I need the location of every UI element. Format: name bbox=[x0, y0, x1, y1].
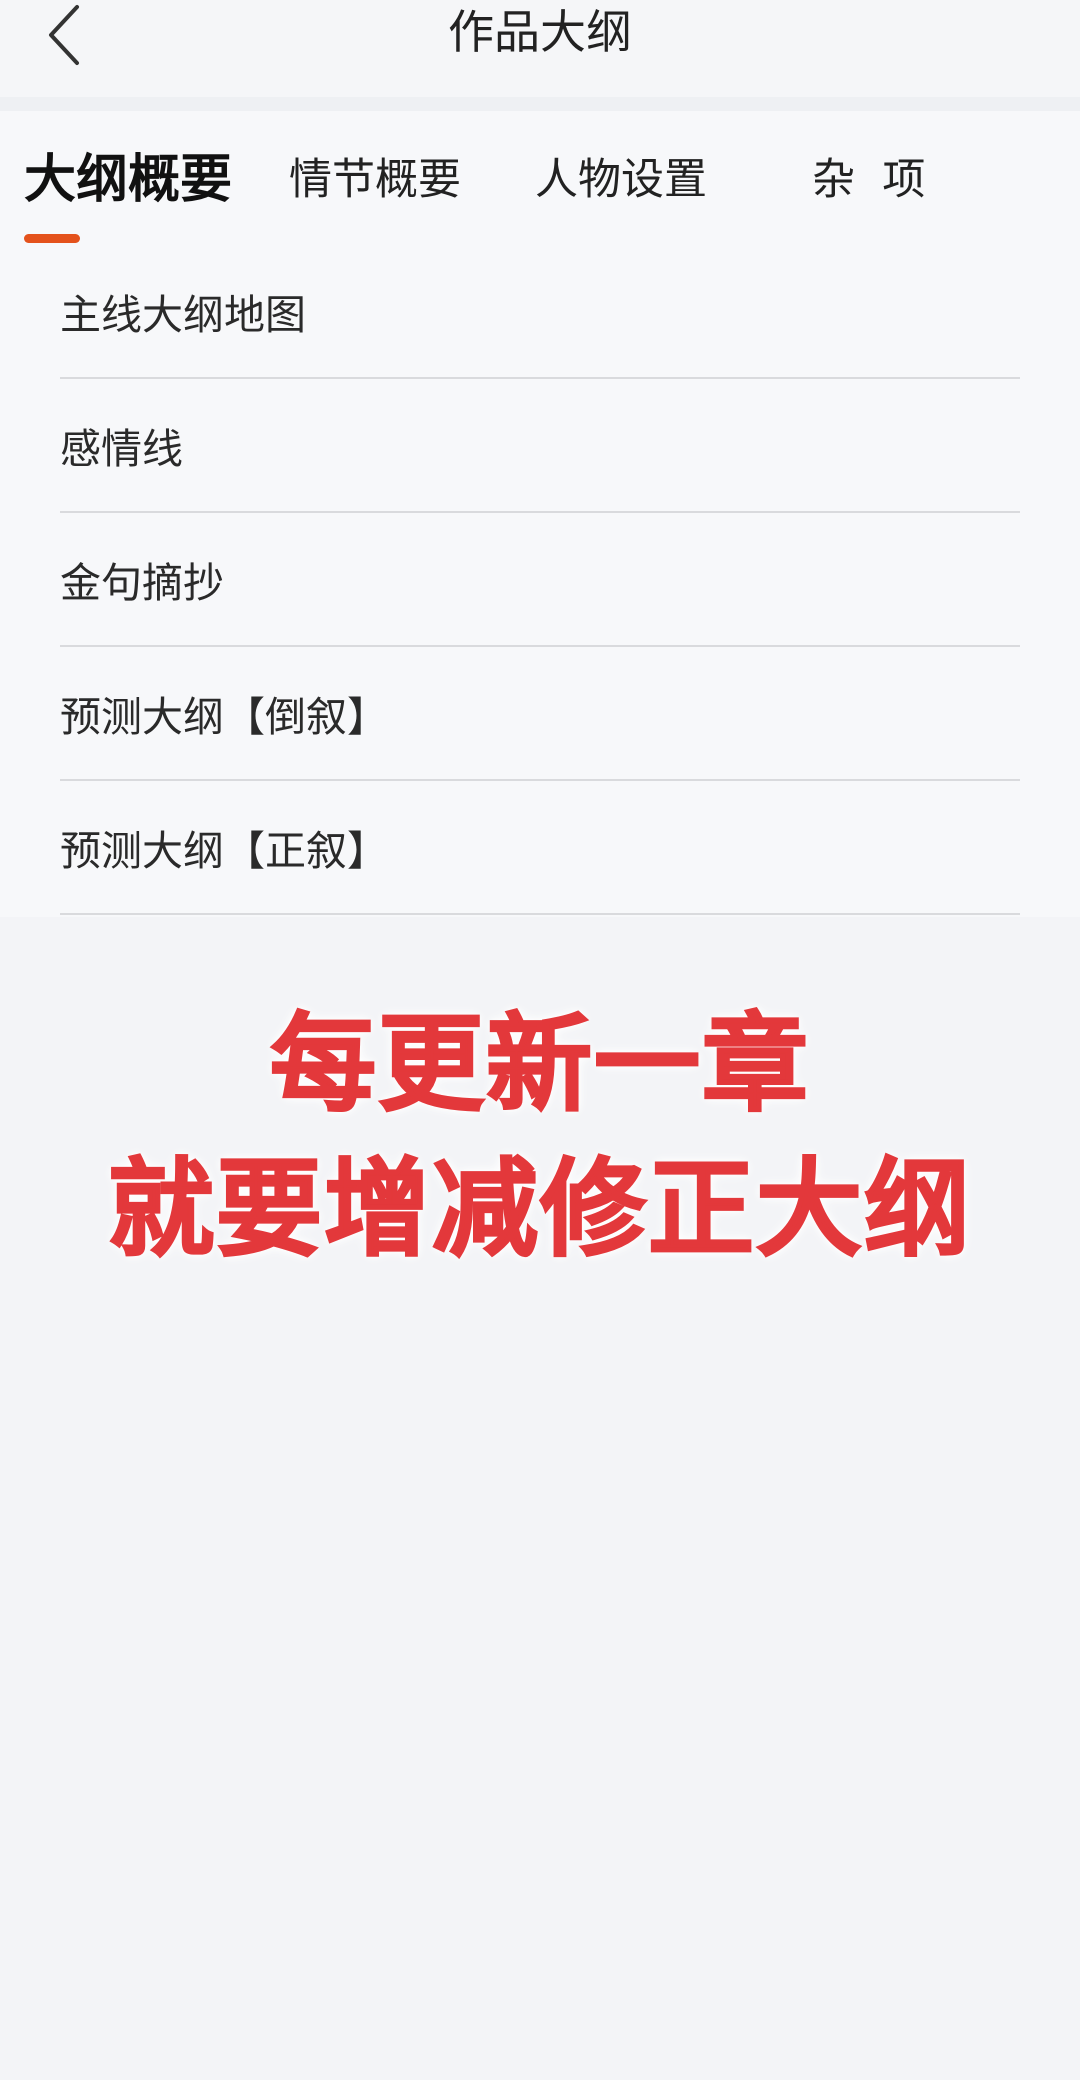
caption-line-2: 就要增减修正大纲 bbox=[107, 1147, 972, 1272]
tab-plot-summary[interactable]: 情节概要 bbox=[289, 145, 461, 215]
list-item-forecast-reverse[interactable]: 预测大纲【倒叙】 bbox=[60, 647, 1020, 781]
active-tab-indicator bbox=[24, 234, 80, 243]
list-item-forecast-forward[interactable]: 预测大纲【正叙】 bbox=[60, 781, 1020, 915]
caption-line-1: 每更新一章 bbox=[269, 1002, 810, 1127]
page-title: 作品大纲 bbox=[448, 5, 632, 59]
outline-list: 主线大纲地图 感情线 金句摘抄 预测大纲【倒叙】 预测大纲【正叙】 bbox=[60, 245, 1020, 915]
list-item-quote-excerpts[interactable]: 金句摘抄 bbox=[60, 513, 1020, 647]
list-item-romance-line[interactable]: 感情线 bbox=[60, 379, 1020, 513]
tab-outline-summary[interactable]: 大纲概要 bbox=[24, 145, 232, 215]
outline-panel: 大纲概要 情节概要 人物设置 杂 项 主线大纲地图 感情线 金句摘抄 预测大纲【… bbox=[0, 111, 1080, 917]
top-bar: 作品大纲 bbox=[0, 0, 1080, 97]
list-item-main-outline-map[interactable]: 主线大纲地图 bbox=[60, 245, 1020, 379]
header-divider bbox=[0, 97, 1080, 111]
tab-character-settings[interactable]: 人物设置 bbox=[535, 145, 707, 215]
tab-misc[interactable]: 杂 项 bbox=[812, 145, 925, 215]
